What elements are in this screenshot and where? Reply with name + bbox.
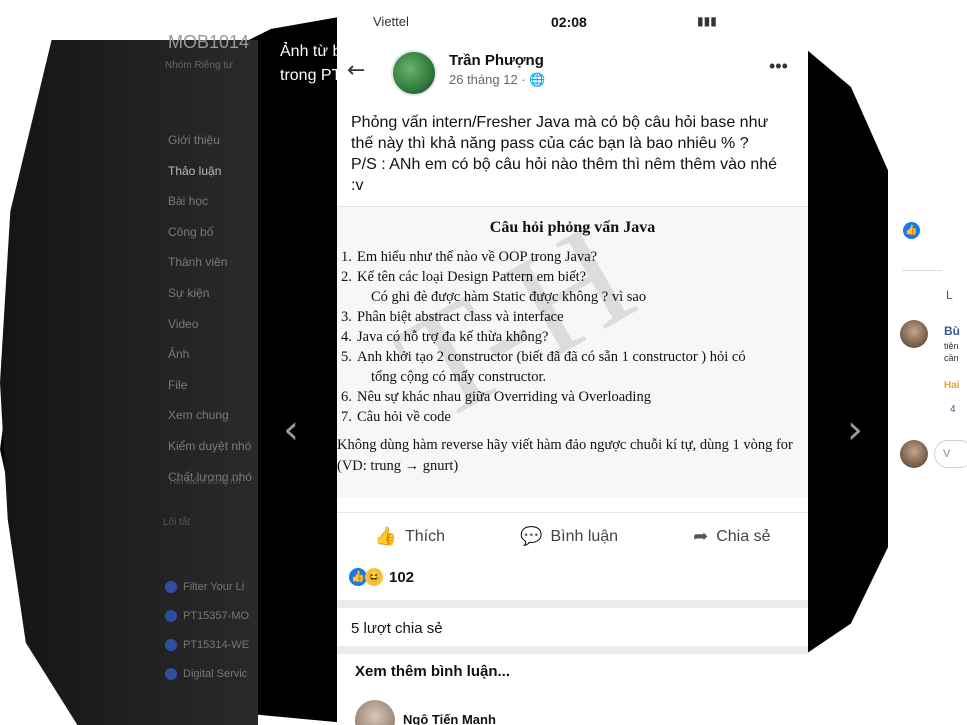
comment-author[interactable]: Bù <box>944 324 960 338</box>
more-options-icon: ••• <box>769 56 788 76</box>
globe-icon: 🌐 <box>529 72 546 87</box>
sidebar-item[interactable]: Sự kiện <box>168 286 209 300</box>
question-item: 3. Phân biệt abstract class và interface <box>341 309 564 325</box>
shortcut-item[interactable]: PT15357-MO <box>165 610 249 622</box>
question-item-continued: tổng cộng có mấy constructor. <box>371 369 547 385</box>
sidebar-item[interactable]: Ảnh <box>168 347 189 361</box>
view-more-comments: Xem thêm bình luận... <box>355 663 511 680</box>
like-button: 👍 Thích <box>374 526 445 547</box>
shortcut-item[interactable]: Filter Your Li <box>165 581 244 593</box>
comment-button: 💬 Bình luận <box>520 526 619 547</box>
question-item: 7. Câu hỏi về code <box>341 409 451 425</box>
post-date: 26 tháng 12 · 🌐 <box>449 72 546 87</box>
commenter-name: Ngô Tiến Mạnh <box>403 712 496 725</box>
sidebar-item[interactable]: Giới thiệu <box>168 133 220 147</box>
share-count: 5 lượt chia sẻ <box>351 620 443 637</box>
sidebar-item[interactable]: Công bố <box>168 225 213 239</box>
back-arrow-icon: ← <box>347 58 366 83</box>
post-text: Phỏng vấn intern/Fresher Java mà có bộ c… <box>351 112 791 196</box>
comment-text: tiện <box>944 341 959 351</box>
photo-image: Viettel 02:08 ▮▮▮ ← Trần Phượng 26 tháng… <box>337 0 808 725</box>
sidebar-item[interactable]: Thành viên <box>168 255 227 269</box>
post-author: Trần Phượng <box>449 52 544 69</box>
sidebar-item[interactable]: Video <box>168 317 198 331</box>
divider <box>337 646 808 654</box>
haha-reaction-icon: 😆 <box>365 568 383 586</box>
share-arrow-icon: ➦ <box>693 526 709 547</box>
post-text-line: Phỏng vấn intern/Fresher Java mà có bộ c… <box>351 114 769 152</box>
carrier-label: Viettel <box>373 14 409 29</box>
comment-input[interactable]: V <box>934 440 967 468</box>
battery-icon: ▮▮▮ <box>697 14 717 28</box>
commenter-avatar <box>355 700 395 725</box>
like-reaction-icon[interactable]: 👍 <box>903 222 920 239</box>
group-type: Nhóm Riêng tư <box>165 60 233 71</box>
author-avatar <box>391 50 437 96</box>
question-item-continued: Có ghi đè được hàm Static được không ? v… <box>371 289 647 305</box>
group-search-input[interactable]: Tìm kiếm trong nh <box>168 476 241 486</box>
sidebar-item[interactable]: Kiểm duyệt nhó <box>168 439 251 453</box>
group-icon <box>165 610 177 622</box>
comments-panel: 👍 L Bù tiện cần Hai 4 V <box>888 0 967 725</box>
sidebar-item[interactable]: Thảo luận <box>168 164 221 178</box>
shortcut-item[interactable]: PT15314-WE <box>165 639 249 651</box>
thumbs-up-icon: 👍 <box>374 526 397 547</box>
question-item: 4. Java có hỗ trợ đa kế thừa không? <box>341 329 549 345</box>
shortcuts-label: Lối tắt <box>163 517 191 528</box>
post-action-bar: 👍 Thích 💬 Bình luận ➦ Chia sẻ <box>337 512 808 560</box>
question-item: 6. Nêu sự khác nhau giữa Overriding và O… <box>341 389 651 405</box>
divider <box>902 270 942 271</box>
sidebar-item[interactable]: File <box>168 378 187 392</box>
image-title: Câu hỏi phỏng vấn Java <box>489 219 656 236</box>
sidebar-item[interactable]: Xem chung <box>168 408 229 422</box>
question-item: 5. Anh khởi tạo 2 constructor (biết đã đ… <box>341 349 746 365</box>
question-item: 2. Kể tên các loại Design Pattern em biế… <box>341 269 587 285</box>
comment-text: cần <box>944 353 959 363</box>
post-header: ← Trần Phượng 26 tháng 12 · 🌐 ••• <box>337 48 808 102</box>
reaction-summary: 👍 😆 102 <box>349 568 414 586</box>
group-icon <box>165 581 177 593</box>
group-icon <box>165 668 177 680</box>
reply-count[interactable]: 4 <box>950 404 956 415</box>
panel-label[interactable]: L <box>946 288 953 302</box>
share-button: ➦ Chia sẻ <box>693 526 771 547</box>
shortcut-item[interactable]: Digital Servic <box>165 668 247 680</box>
commenter-avatar[interactable] <box>900 320 928 348</box>
question-item: 1. Em hiểu như thế nào về OOP trong Java… <box>341 249 598 265</box>
status-time: 02:08 <box>551 14 587 30</box>
group-icon <box>165 639 177 651</box>
reaction-count: 102 <box>389 568 415 586</box>
question-footer: Không dùng hàm reverse hãy viết hàm đảo … <box>337 437 793 474</box>
sidebar-item[interactable]: Bài học <box>168 194 208 208</box>
question-image: T-H Câu hỏi phỏng vấn Java 1. Em hiểu nh… <box>337 192 808 498</box>
my-avatar <box>900 440 928 468</box>
question-list: 1. Em hiểu như thế nào về OOP trong Java… <box>341 247 808 427</box>
speech-bubble-icon: 💬 <box>520 526 543 547</box>
group-title[interactable]: MOB1014 <box>168 32 249 53</box>
comment-tag[interactable]: Hai <box>944 380 960 391</box>
divider <box>337 600 808 608</box>
next-photo-button[interactable]: › <box>840 408 870 452</box>
previous-photo-button[interactable]: ‹ <box>276 408 306 452</box>
phone-status-bar: Viettel 02:08 ▮▮▮ <box>337 0 808 36</box>
post-text-line: P/S : ANh em có bộ câu hỏi nào thêm thì … <box>351 156 778 194</box>
